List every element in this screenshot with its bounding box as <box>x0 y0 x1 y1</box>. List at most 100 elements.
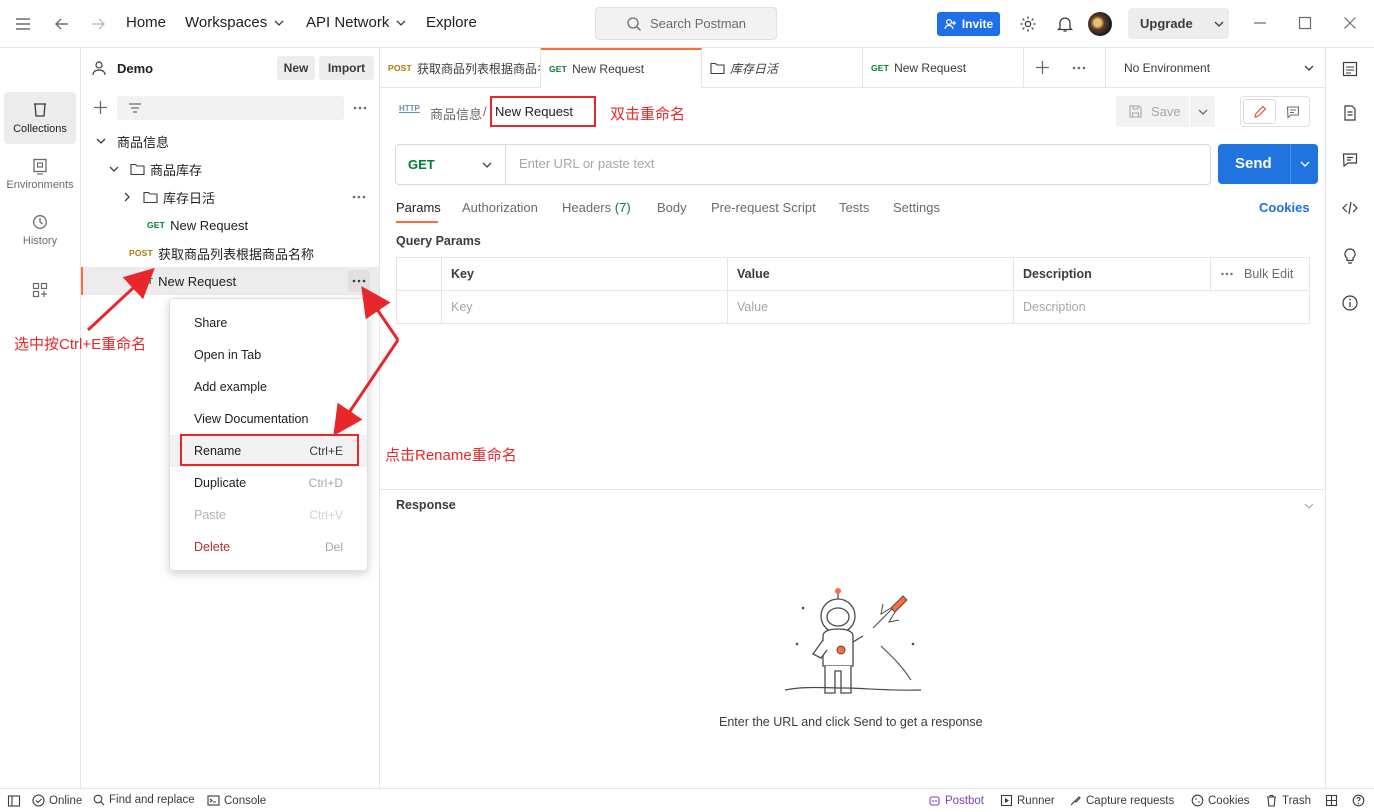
url-input[interactable]: Enter URL or paste text <box>519 156 654 171</box>
tab-authorization[interactable]: Authorization <box>462 200 538 215</box>
notification-bell-icon[interactable] <box>1056 15 1074 33</box>
response-divider[interactable] <box>380 489 1325 490</box>
filter-input[interactable] <box>117 96 344 120</box>
tab-pre-request-script[interactable]: Pre-request Script <box>711 200 816 215</box>
send-button[interactable]: Send <box>1218 144 1318 184</box>
toggle-sidebar-icon[interactable] <box>7 794 21 808</box>
table-header-row: Key Value Description Bulk Edit <box>396 257 1310 291</box>
info-icon[interactable] <box>1341 294 1359 312</box>
breadcrumb-parent[interactable]: 商品信息 <box>430 104 482 123</box>
tree-request-get[interactable]: GET New Request <box>81 211 379 239</box>
environment-label: No Environment <box>1124 61 1211 75</box>
import-button[interactable]: Import <box>319 56 374 80</box>
tab-folder[interactable]: 库存日活 <box>702 48 863 88</box>
tab-label: New Request <box>572 62 645 76</box>
column-value: Value <box>727 257 1014 291</box>
tab-params[interactable]: Params <box>396 200 441 215</box>
status-runner[interactable]: Runner <box>1000 794 1055 807</box>
collapse-response-icon[interactable] <box>1303 500 1315 512</box>
status-online[interactable]: Online <box>32 794 82 807</box>
help-icon[interactable] <box>1352 794 1365 807</box>
menu-item-duplicate[interactable]: Duplicate Ctrl+D <box>170 467 367 499</box>
description-input[interactable]: Description <box>1013 290 1310 324</box>
value-input[interactable]: Value <box>727 290 1014 324</box>
tab-body[interactable]: Body <box>657 200 687 215</box>
comments-mode-button[interactable] <box>1277 99 1308 124</box>
menu-item-share[interactable]: Share <box>170 307 367 339</box>
send-options-button[interactable] <box>1290 144 1318 184</box>
nav-explore[interactable]: Explore <box>426 14 477 31</box>
nav-workspaces[interactable]: Workspaces <box>185 14 285 31</box>
documentation-icon[interactable] <box>1341 104 1359 122</box>
rail-collections[interactable]: Collections <box>4 92 76 144</box>
tree-request-post[interactable]: POST 获取商品列表根据商品名称 <box>81 239 379 267</box>
tab-options-icon[interactable] <box>1071 61 1087 75</box>
save-options-button[interactable] <box>1190 96 1215 127</box>
rail-environments[interactable]: Environments <box>4 148 76 200</box>
selection-indicator <box>81 267 83 295</box>
tab-post-request[interactable]: POST 获取商品列表根据商品名称 <box>380 48 541 88</box>
bulk-edit-label: Bulk Edit <box>1244 267 1294 281</box>
status-find-replace[interactable]: Find and replace <box>93 794 195 806</box>
more-options-icon[interactable] <box>352 100 368 116</box>
menu-icon[interactable] <box>14 15 32 33</box>
new-tab-plus-icon[interactable] <box>1035 60 1050 75</box>
menu-item-view-documentation[interactable]: View Documentation <box>170 403 367 435</box>
environments-icon <box>33 158 47 175</box>
tree-collection[interactable]: 商品信息 <box>81 127 379 155</box>
status-trash[interactable]: Trash <box>1265 794 1311 807</box>
method-select[interactable]: GET <box>396 145 506 184</box>
settings-gear-icon[interactable] <box>1019 15 1037 33</box>
tree-request-selected[interactable]: GET New Request <box>81 267 379 295</box>
nav-home[interactable]: Home <box>126 14 166 31</box>
menu-item-label: Paste <box>194 508 226 522</box>
key-input[interactable]: Key <box>441 290 728 324</box>
tab-headers[interactable]: Headers (7) <box>562 200 631 215</box>
trash-icon <box>1267 794 1276 807</box>
save-button[interactable]: Save <box>1116 96 1189 127</box>
status-postbot[interactable]: Postbot <box>928 794 984 807</box>
menu-item-delete[interactable]: Delete Del <box>170 531 367 563</box>
bulk-edit-button[interactable]: Bulk Edit <box>1220 267 1293 281</box>
invite-button[interactable]: Invite <box>937 12 1000 36</box>
environment-select[interactable]: No Environment <box>1105 48 1325 88</box>
comments-icon[interactable] <box>1341 151 1359 169</box>
environment-quick-look-icon[interactable] <box>1341 60 1359 78</box>
save-label: Save <box>1151 104 1181 119</box>
new-button[interactable]: New <box>277 56 315 80</box>
menu-item-open-in-tab[interactable]: Open in Tab <box>170 339 367 371</box>
search-input[interactable]: Search Postman <box>595 7 777 40</box>
upgrade-button[interactable]: Upgrade <box>1128 8 1229 39</box>
more-options-button[interactable] <box>348 270 370 292</box>
edit-mode-button[interactable] <box>1243 99 1276 124</box>
tab-new-request-active[interactable]: GET New Request <box>541 48 702 88</box>
tree-folder-daily[interactable]: 库存日活 <box>81 183 379 211</box>
check-circle-icon <box>32 794 45 807</box>
lightbulb-icon[interactable] <box>1341 247 1359 265</box>
tab-tests[interactable]: Tests <box>839 200 869 215</box>
cookies-link[interactable]: Cookies <box>1259 200 1310 215</box>
add-collection-icon[interactable] <box>93 100 108 115</box>
maximize-icon[interactable] <box>1297 15 1313 31</box>
close-window-icon[interactable] <box>1342 15 1358 31</box>
tree-folder-stock[interactable]: 商品库存 <box>81 155 379 183</box>
layout-icon[interactable] <box>1325 794 1338 807</box>
method-badge: POST <box>129 248 153 258</box>
forward-arrow-icon[interactable] <box>89 15 107 33</box>
annotation-box-rename <box>180 434 359 466</box>
back-arrow-icon[interactable] <box>53 15 71 33</box>
status-capture[interactable]: Capture requests <box>1069 794 1174 807</box>
tab-new-request[interactable]: GET New Request <box>863 48 1024 88</box>
code-icon[interactable] <box>1341 199 1359 217</box>
more-options-icon[interactable] <box>351 190 367 204</box>
menu-item-paste[interactable]: Paste Ctrl+V <box>170 499 367 531</box>
menu-item-add-example[interactable]: Add example <box>170 371 367 403</box>
nav-api-network[interactable]: API Network <box>306 14 407 31</box>
status-cookies[interactable]: Cookies <box>1191 794 1250 807</box>
status-console[interactable]: Console <box>207 794 266 807</box>
rail-history[interactable]: History <box>4 204 76 256</box>
minimize-icon[interactable] <box>1252 15 1268 31</box>
tab-settings[interactable]: Settings <box>893 200 940 215</box>
avatar[interactable] <box>1088 12 1112 36</box>
rail-configure[interactable] <box>4 266 76 314</box>
